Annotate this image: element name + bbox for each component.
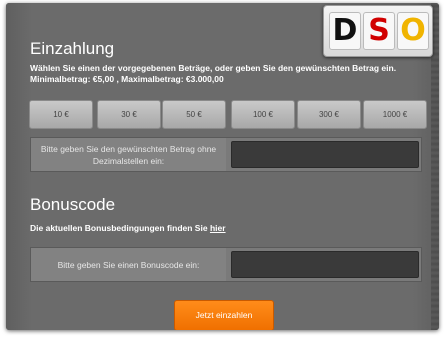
logo-letter-o: O	[397, 12, 429, 50]
amount-button-300[interactable]: 300 €	[297, 100, 361, 129]
amount-button-100[interactable]: 100 €	[231, 100, 295, 129]
custom-amount-input[interactable]	[231, 141, 419, 168]
amount-button-50[interactable]: 50 €	[162, 100, 226, 129]
deposit-instructions-line1: Wählen Sie einen der vorgegebenen Beträg…	[30, 63, 397, 73]
bonus-title: Bonuscode	[30, 195, 116, 214]
amount-button-1000[interactable]: 1000 €	[363, 100, 427, 129]
amount-button-30[interactable]: 30 €	[97, 100, 161, 129]
logo-letter-s: S	[363, 12, 395, 50]
deposit-dialog: D S O Einzahlung Wählen Sie einen der vo…	[6, 3, 439, 330]
custom-amount-label: Bitte geben Sie den gewünschten Betrag o…	[31, 138, 226, 171]
bonus-terms-link[interactable]: hier	[210, 223, 226, 233]
deposit-limits: Minimalbetrag: €5,00 , Maximalbetrag: €3…	[30, 74, 224, 84]
logo-letter-d: D	[329, 12, 361, 50]
deposit-title: Einzahlung	[30, 39, 115, 58]
bonus-code-input[interactable]	[231, 251, 419, 278]
bonus-code-row: Bitte geben Sie einen Bonuscode ein:	[30, 247, 422, 282]
dso-logo: D S O	[323, 5, 433, 57]
amount-button-10[interactable]: 10 €	[29, 100, 93, 129]
bonus-terms-text: Die aktuellen Bonusbedingungen finden Si…	[30, 223, 208, 233]
bonus-terms: Die aktuellen Bonusbedingungen finden Si…	[30, 223, 226, 234]
deposit-instructions: Wählen Sie einen der vorgegebenen Beträg…	[30, 63, 420, 85]
custom-amount-row: Bitte geben Sie den gewünschten Betrag o…	[30, 137, 422, 172]
deposit-submit-button[interactable]: Jetzt einzahlen	[174, 300, 274, 330]
bonus-code-label: Bitte geben Sie einen Bonuscode ein:	[31, 248, 226, 281]
